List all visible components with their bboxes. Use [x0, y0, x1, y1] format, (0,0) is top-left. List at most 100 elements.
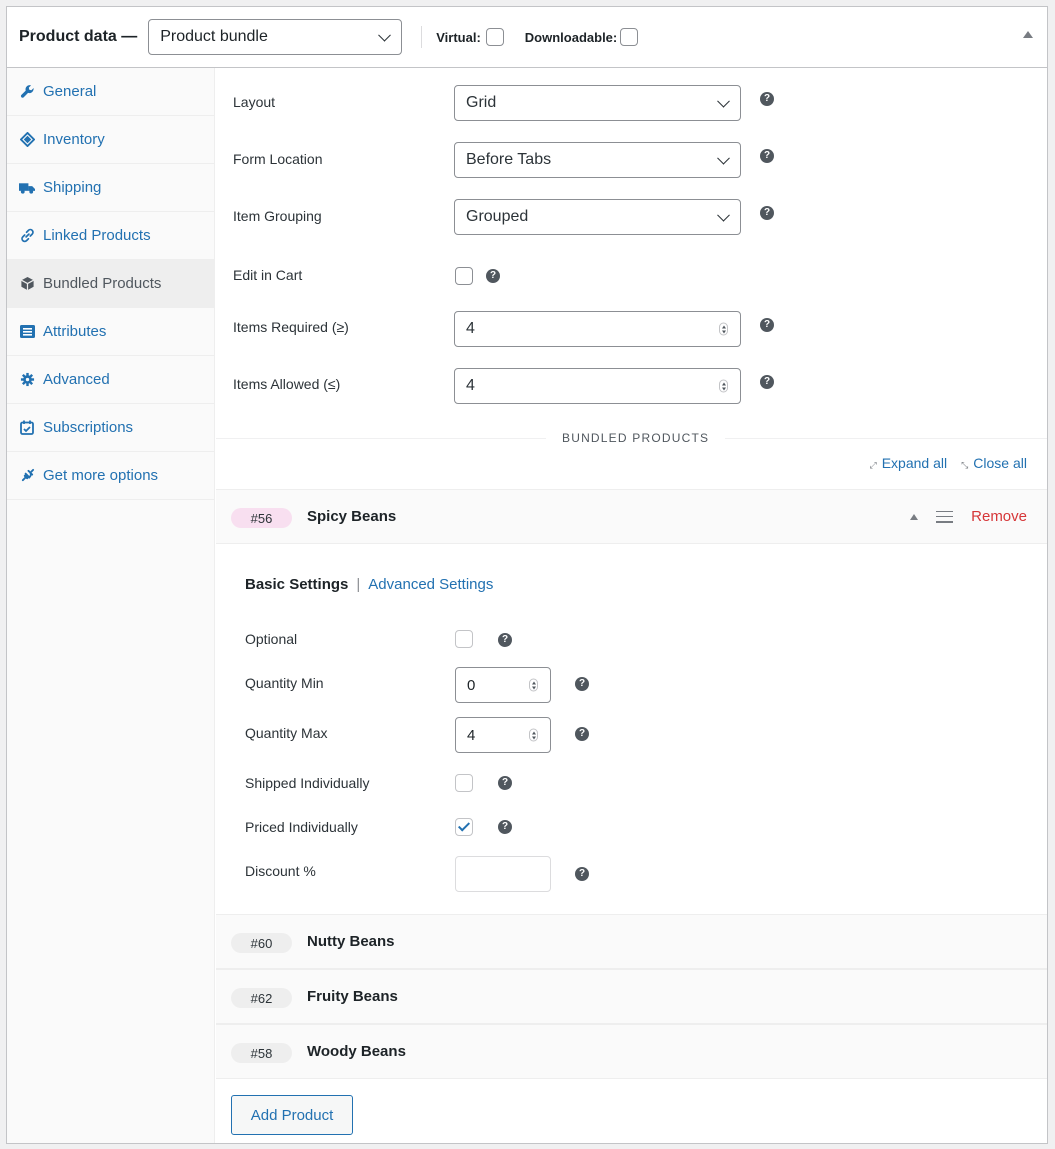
tab-linked-products[interactable]: Linked Products	[7, 212, 214, 260]
plug-icon	[19, 468, 35, 484]
form-location-select[interactable]: Before Tabs	[454, 142, 741, 178]
edit-in-cart-row: Edit in Cart ?	[216, 258, 1047, 294]
product-type-select[interactable]: Product bundle	[148, 19, 403, 55]
help-icon[interactable]: ?	[760, 92, 774, 106]
priced-individually-checkbox[interactable]	[455, 818, 473, 836]
layout-select[interactable]: Grid	[454, 85, 741, 121]
remove-link[interactable]: Remove	[971, 508, 1027, 525]
tab-get-more-options[interactable]: Get more options	[7, 452, 214, 500]
item-grouping-label: Item Grouping	[233, 208, 322, 224]
bundled-item-header[interactable]: #60 Nutty Beans	[216, 914, 1047, 969]
bundled-item-header[interactable]: #62 Fruity Beans	[216, 969, 1047, 1024]
tab-shipping-label: Shipping	[43, 179, 102, 196]
product-name: Woody Beans	[307, 1043, 406, 1060]
tab-attributes[interactable]: Attributes	[7, 308, 214, 356]
expand-all-link[interactable]: ⤢ Expand all	[870, 455, 948, 471]
tab-bundled-products[interactable]: Bundled Products	[7, 260, 214, 308]
number-spinner-icon[interactable]	[529, 728, 538, 742]
help-icon[interactable]: ?	[760, 149, 774, 163]
form-location-value: Before Tabs	[466, 151, 552, 168]
product-name: Spicy Beans	[307, 508, 397, 525]
header-divider	[421, 26, 423, 48]
number-spinner-icon[interactable]	[719, 322, 728, 336]
number-spinner-icon[interactable]	[719, 379, 728, 393]
quantity-min-input[interactable]: 0	[455, 667, 551, 703]
quantity-max-value: 4	[467, 726, 476, 744]
items-required-row: Items Required (≥) 4 ?	[216, 311, 1047, 347]
list-icon	[19, 324, 35, 340]
virtual-toggle[interactable]: Virtual:	[436, 28, 504, 46]
help-icon[interactable]: ?	[498, 633, 512, 647]
tab-inventory[interactable]: Inventory	[7, 116, 214, 164]
items-allowed-input[interactable]: 4	[454, 368, 741, 404]
tab-advanced-settings[interactable]: Advanced Settings	[368, 576, 493, 593]
tab-basic-settings[interactable]: Basic Settings	[245, 576, 348, 593]
shipped-individually-label: Shipped Individually	[245, 775, 370, 791]
items-required-input[interactable]: 4	[454, 311, 741, 347]
add-product-button[interactable]: Add Product	[231, 1095, 353, 1135]
chevron-down-icon	[378, 28, 392, 42]
help-icon[interactable]: ?	[575, 867, 589, 881]
downloadable-toggle[interactable]: Downloadable:	[524, 28, 639, 46]
product-data-header: Product data — Product bundle Virtual: D…	[7, 7, 1047, 68]
bundled-item-header[interactable]: #58 Woody Beans	[216, 1024, 1047, 1079]
number-spinner-icon[interactable]	[529, 678, 538, 692]
help-icon[interactable]: ?	[760, 206, 774, 220]
cube-icon	[19, 276, 35, 292]
downloadable-checkbox[interactable]	[620, 28, 639, 46]
quantity-max-label: Quantity Max	[245, 725, 328, 741]
items-allowed-label: Items Allowed (≤)	[233, 376, 341, 392]
virtual-label: Virtual:	[436, 29, 481, 45]
tab-subscriptions-label: Subscriptions	[43, 419, 134, 436]
bundled-products-section-title: BUNDLED PRODUCTS	[546, 431, 726, 445]
product-type-value: Product bundle	[160, 28, 268, 45]
help-icon[interactable]: ?	[575, 677, 589, 691]
help-icon[interactable]: ?	[498, 820, 512, 834]
downloadable-label: Downloadable:	[524, 29, 618, 45]
help-icon[interactable]: ?	[498, 776, 512, 790]
product-data-title: Product data —	[19, 28, 138, 45]
quantity-min-label: Quantity Min	[245, 675, 324, 691]
bundled-item-header[interactable]: #56 Spicy Beans Remove	[216, 489, 1047, 544]
edit-in-cart-checkbox[interactable]	[455, 267, 473, 285]
discount-input[interactable]	[455, 856, 551, 892]
tab-bundled-products-label: Bundled Products	[43, 275, 162, 292]
help-icon[interactable]: ?	[575, 727, 589, 741]
product-name: Fruity Beans	[307, 988, 398, 1005]
collapse-arrow-icon[interactable]	[910, 513, 919, 520]
items-required-value: 4	[466, 320, 475, 337]
virtual-checkbox[interactable]	[485, 28, 504, 46]
quantity-max-input[interactable]: 4	[455, 717, 551, 753]
bundled-products-panel: Layout Grid ? Form Location Before Tabs …	[216, 68, 1047, 1143]
layout-value: Grid	[466, 94, 497, 111]
tab-general[interactable]: General	[7, 68, 214, 116]
product-id-badge: #56	[231, 508, 292, 528]
checkmark-icon	[457, 819, 471, 832]
product-name: Nutty Beans	[307, 933, 395, 950]
tab-shipping[interactable]: Shipping	[7, 164, 214, 212]
help-icon[interactable]: ?	[760, 375, 774, 389]
item-settings-tabs: Basic Settings | Advanced Settings	[245, 576, 493, 593]
product-id-badge: #62	[231, 988, 292, 1008]
quantity-min-value: 0	[467, 676, 476, 694]
row-tools: Remove	[910, 508, 1027, 525]
collapse-panel-icon[interactable]	[1023, 31, 1033, 38]
shipped-individually-checkbox[interactable]	[455, 774, 473, 792]
product-id-badge: #58	[231, 1043, 292, 1063]
form-location-row: Form Location Before Tabs ?	[216, 142, 1047, 178]
optional-checkbox[interactable]	[455, 630, 473, 648]
help-icon[interactable]: ?	[760, 318, 774, 332]
item-grouping-value: Grouped	[466, 208, 529, 225]
item-grouping-select[interactable]: Grouped	[454, 199, 741, 235]
layout-label: Layout	[233, 94, 276, 110]
tab-advanced[interactable]: Advanced	[7, 356, 214, 404]
tab-get-more-options-label: Get more options	[43, 467, 159, 484]
tab-general-label: General	[43, 83, 97, 100]
tab-subscriptions[interactable]: Subscriptions	[7, 404, 214, 452]
drag-handle-icon[interactable]	[936, 510, 954, 523]
link-icon	[19, 228, 35, 244]
help-icon[interactable]: ?	[486, 269, 500, 283]
tab-separator: |	[356, 576, 361, 593]
close-all-link[interactable]: ⤡ Close all	[961, 455, 1027, 471]
items-allowed-value: 4	[466, 377, 475, 394]
